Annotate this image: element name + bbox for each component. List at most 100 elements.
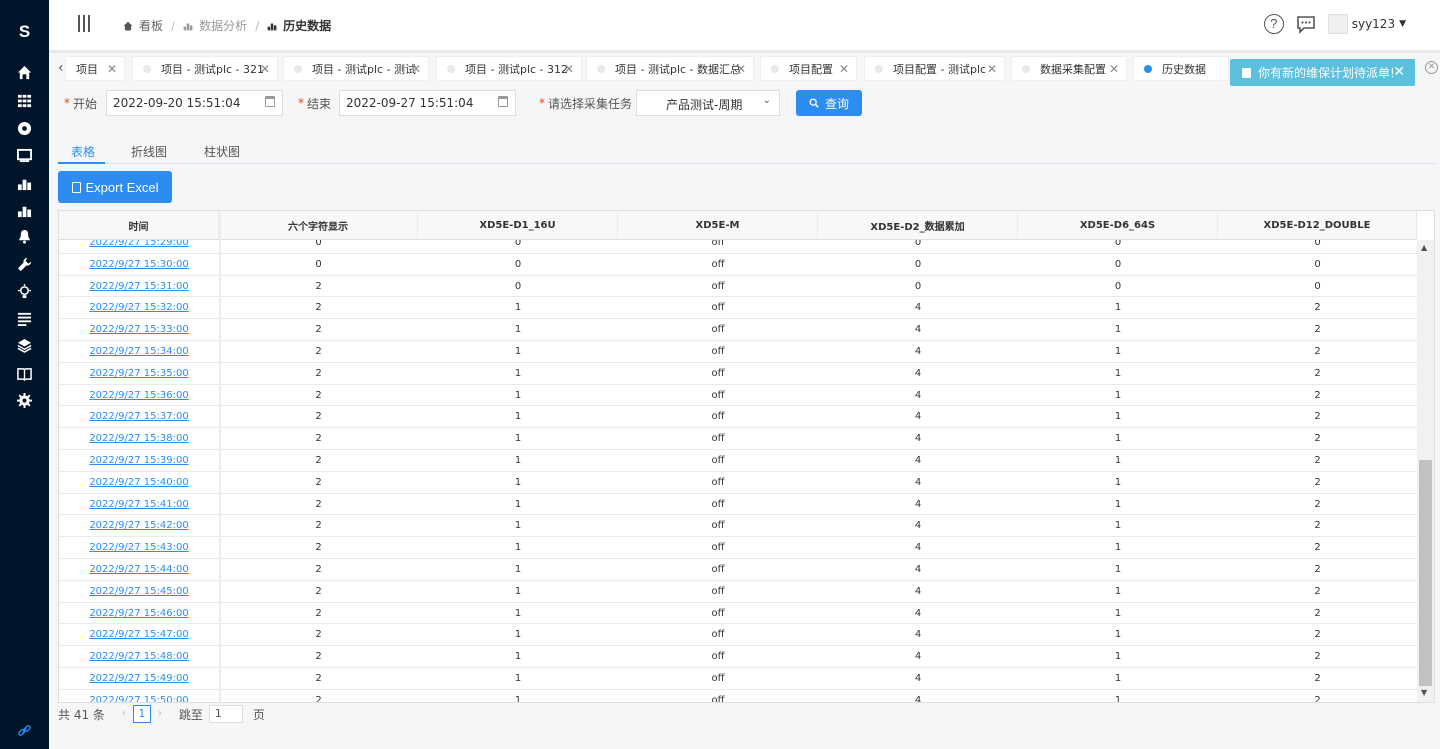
tab-close-icon[interactable]: ✕ [736,62,746,76]
tab-line-chart[interactable]: 折线图 [131,143,167,160]
statistics-icon[interactable] [17,203,32,218]
tab-project-plc-test[interactable]: 项目 - 测试plc - 测试 ✕ [283,56,429,81]
tab-bar-chart[interactable]: 柱状图 [204,143,240,160]
time-link[interactable]: 2022/9/27 15:33:00 [59,319,219,340]
tab-project-plc-312[interactable]: 项目 - 测试plc - 312 ✕ [436,56,582,81]
close-all-tabs-icon[interactable]: ✕ [1425,61,1438,74]
column-header[interactable]: XD5E-D1_16U [418,211,618,240]
vertical-scrollbar[interactable]: ▲ ▼ [1417,240,1434,702]
column-header[interactable]: XD5E-D6_64S [1018,211,1218,240]
table-cell: 0 [1314,258,1321,270]
app-logo[interactable]: S [0,22,49,42]
bell-icon[interactable] [17,229,32,244]
table-cell: 2 [315,607,322,619]
tab-status-dot [294,64,302,73]
layers-icon[interactable] [17,338,32,353]
tab-project-config[interactable]: 项目配置 ✕ [760,56,857,81]
task-select[interactable]: 产品测试-周期 ⌄ [636,90,780,116]
column-header[interactable]: XD5E-D12_DOUBLE [1218,211,1417,240]
tab-close-icon[interactable]: ✕ [987,62,997,76]
tab-close-icon[interactable]: ✕ [839,62,849,76]
tab-close-icon[interactable]: ✕ [564,62,574,76]
scroll-up-icon[interactable]: ▲ [1421,243,1427,252]
time-link[interactable]: 2022/9/27 15:41:00 [59,494,219,515]
table-cell: 2 [315,585,322,597]
caret-down-icon[interactable]: ▼ [1399,19,1406,29]
time-link[interactable]: 2022/9/27 15:30:00 [59,254,219,275]
list-icon[interactable] [17,311,32,326]
table-cell: 2 [1314,454,1321,466]
time-link[interactable]: 2022/9/27 15:29:00 [59,240,219,253]
settings-gear-icon[interactable] [17,393,32,408]
message-icon[interactable] [1296,14,1316,34]
bulb-icon[interactable] [17,284,32,299]
end-date-input[interactable]: 2022-09-27 15:51:04 [339,90,516,116]
tab-history-data[interactable]: 历史数据 [1133,56,1229,81]
monitor-icon[interactable] [17,148,32,163]
home-icon[interactable] [17,65,32,80]
time-link[interactable]: 2022/9/27 15:32:00 [59,297,219,318]
time-link[interactable]: 2022/9/27 15:36:00 [59,385,219,406]
column-header[interactable]: XD5E-D2_数据累加 [818,211,1018,240]
time-link[interactable]: 2022/9/27 15:46:00 [59,603,219,624]
tab-data-collection-config[interactable]: 数据采集配置 ✕ [1011,56,1127,81]
tab-project-plc-summary[interactable]: 项目 - 测试plc - 数据汇总 ✕ [586,56,754,81]
table-cell: 0 [914,240,922,248]
next-page-icon[interactable]: › [151,705,169,723]
time-link[interactable]: 2022/9/27 15:39:00 [59,450,219,471]
breadcrumb-item-analysis[interactable]: 数据分析 [183,17,247,34]
time-link[interactable]: 2022/9/27 15:37:00 [59,406,219,427]
username[interactable]: syy123 [1352,17,1395,31]
active-tab-indicator [58,162,105,164]
time-link[interactable]: 2022/9/27 15:34:00 [59,341,219,362]
book-icon[interactable] [17,366,32,381]
time-link[interactable]: 2022/9/27 15:38:00 [59,428,219,449]
table-cell: 1 [1114,324,1122,336]
scroll-down-icon[interactable]: ▼ [1421,688,1427,697]
time-link[interactable]: 2022/9/27 15:40:00 [59,472,219,493]
start-date-input[interactable]: 2022-09-20 15:51:04 [106,90,283,116]
jump-page-input[interactable]: 1 [208,705,243,723]
time-link[interactable]: 2022/9/27 15:50:00 [59,690,219,702]
dashboard-icon[interactable] [17,121,32,136]
tab-table[interactable]: 表格 [71,143,95,160]
tab-project[interactable]: 项目 ✕ [65,56,125,81]
column-header[interactable]: 六个字符显示 [219,211,418,240]
table-cell: 4 [914,672,922,684]
table-cell: 2 [315,651,322,663]
avatar[interactable] [1327,14,1348,34]
tab-status-dot [875,64,883,73]
tab-close-icon[interactable]: ✕ [1109,62,1119,76]
tab-close-icon[interactable]: ✕ [411,62,421,76]
time-link[interactable]: 2022/9/27 15:45:00 [59,581,219,602]
apps-grid-icon[interactable] [17,93,32,108]
menu-toggle-icon[interactable] [78,15,92,33]
tab-close-icon[interactable]: ✕ [260,62,270,76]
export-excel-button[interactable]: Export Excel [58,171,172,203]
notice-close-icon[interactable]: ✕ [1393,64,1405,80]
tab-project-config-plc[interactable]: 项目配置 - 测试plc ✕ [864,56,1005,81]
wrench-icon[interactable] [17,257,32,272]
breadcrumb-item-home[interactable]: 看板 [123,17,163,34]
time-link[interactable]: 2022/9/27 15:43:00 [59,537,219,558]
column-header[interactable]: 时间 [59,211,219,240]
query-button[interactable]: 查询 [796,90,862,116]
link-icon[interactable] [17,723,32,738]
table-row: 2022/9/27 15:39:00 2 1 off 4 1 2 [59,450,1417,472]
time-link[interactable]: 2022/9/27 15:42:00 [59,515,219,536]
time-link[interactable]: 2022/9/27 15:31:00 [59,276,219,297]
prev-page-icon[interactable]: ‹ [115,705,133,723]
help-icon[interactable]: ? [1263,14,1284,34]
time-link[interactable]: 2022/9/27 15:49:00 [59,668,219,689]
time-link[interactable]: 2022/9/27 15:47:00 [59,624,219,645]
column-header[interactable]: XD5E-M [618,211,818,240]
tab-project-plc-321[interactable]: 项目 - 测试plc - 321 ✕ [132,56,278,81]
page-number[interactable]: 1 [132,705,151,723]
time-link[interactable]: 2022/9/27 15:35:00 [59,363,219,384]
notice-banner[interactable]: 你有新的维保计划待派单! ✕ [1230,59,1415,86]
time-link[interactable]: 2022/9/27 15:44:00 [59,559,219,580]
time-link[interactable]: 2022/9/27 15:48:00 [59,646,219,667]
scrollbar-thumb[interactable] [1419,460,1432,686]
bar-chart-icon[interactable] [17,176,32,191]
tab-close-icon[interactable]: ✕ [107,62,117,76]
